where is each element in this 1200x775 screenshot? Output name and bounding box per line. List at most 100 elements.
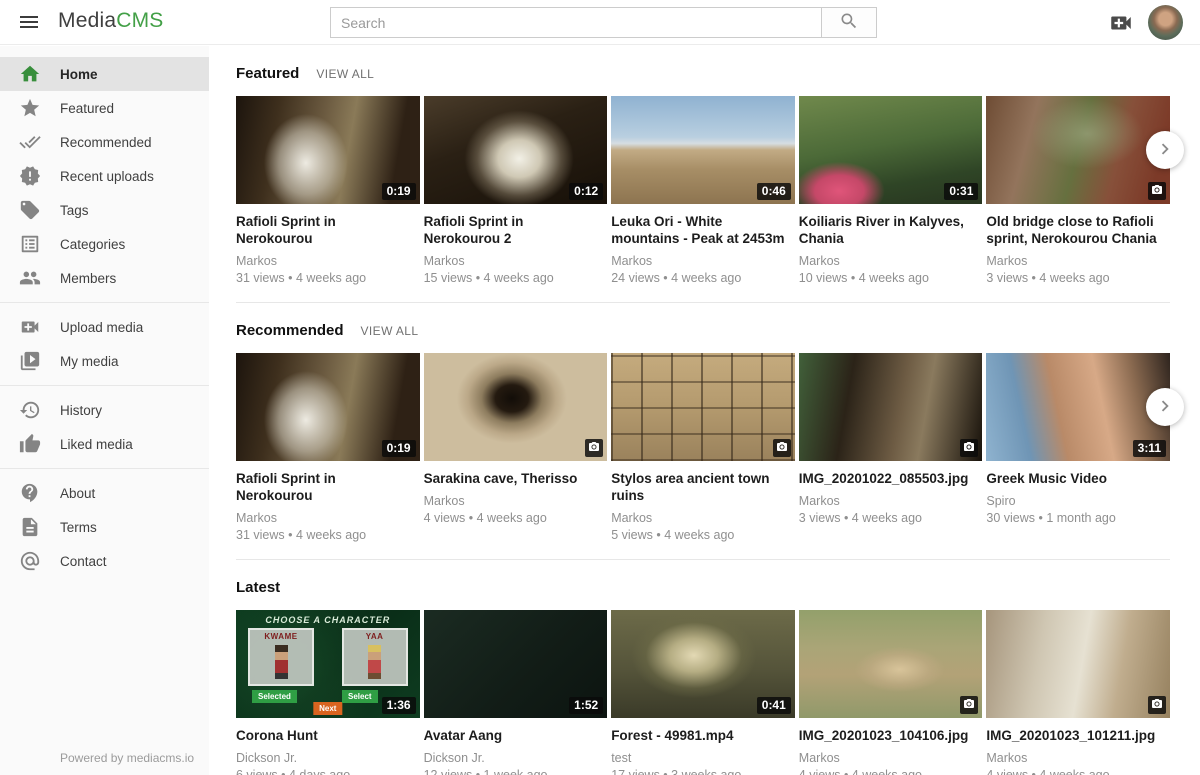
sidebar-item-home[interactable]: Home [0,57,209,91]
image-type-badge [1148,182,1166,200]
media-title[interactable]: Greek Music Video [986,470,1170,487]
done-all-icon [19,131,41,153]
media-card[interactable]: IMG_20201022_085503.jpg Markos 3 views •… [799,353,983,542]
next-arrow-button-featured[interactable] [1146,131,1184,169]
media-title[interactable]: Rafioli Sprint in Nerokourou 2 [424,213,608,247]
sidebar-item-categories[interactable]: Categories [0,227,209,261]
sidebar-item-members[interactable]: Members [0,261,209,295]
media-card[interactable]: 0:46 Leuka Ori - White mountains - Peak … [611,96,795,285]
media-thumbnail[interactable] [611,353,795,461]
media-card[interactable]: Old bridge close to Rafioli sprint, Nero… [986,96,1170,285]
sidebar-item-about[interactable]: About [0,476,209,510]
hamburger-menu-icon[interactable] [16,10,42,36]
media-author[interactable]: Markos [986,751,1170,765]
media-author[interactable]: Markos [799,494,983,508]
media-thumbnail[interactable]: 0:31 [799,96,983,204]
sidebar-item-liked-media[interactable]: Liked media [0,427,209,461]
user-avatar[interactable] [1148,5,1183,40]
media-card[interactable]: Stylos area ancient town ruins Markos 5 … [611,353,795,542]
media-card[interactable]: 0:12 Rafioli Sprint in Nerokourou 2 Mark… [424,96,608,285]
video-library-icon [19,350,41,372]
game-character-sprite [368,645,381,679]
media-card[interactable]: 1:52 Avatar Aang Dickson Jr. 12 views • … [424,610,608,775]
search-input[interactable] [330,7,822,38]
media-author[interactable]: Markos [236,254,420,268]
media-author[interactable]: Markos [799,751,983,765]
search-button[interactable] [821,7,877,38]
media-author[interactable]: Spiro [986,494,1170,508]
sidebar-group-media: Upload media My media [0,302,209,385]
sidebar-item-upload-media[interactable]: Upload media [0,310,209,344]
camera-icon [588,442,600,456]
view-all-link-recommended[interactable]: VIEW ALL [361,324,419,338]
media-author[interactable]: Markos [611,254,795,268]
media-author[interactable]: Dickson Jr. [236,751,420,765]
media-thumbnail[interactable]: 0:19 [236,353,420,461]
media-thumbnail[interactable]: 0:12 [424,96,608,204]
media-author[interactable]: Markos [424,254,608,268]
game-select-button: Select [342,690,378,703]
media-title[interactable]: Rafioli Sprint in Nerokourou [236,470,420,504]
game-next-button: Next [313,702,342,715]
media-card[interactable]: 0:19 Rafioli Sprint in Nerokourou Markos… [236,353,420,542]
media-card[interactable]: 0:31 Koiliaris River in Kalyves, Chania … [799,96,983,285]
sidebar-item-recommended[interactable]: Recommended [0,125,209,159]
media-title[interactable]: IMG_20201023_104106.jpg [799,727,983,744]
media-title[interactable]: IMG_20201022_085503.jpg [799,470,983,487]
mediacms-logo[interactable]: MediaCMS [58,9,163,33]
media-thumbnail[interactable] [799,353,983,461]
media-author[interactable]: Markos [611,511,795,525]
media-title[interactable]: Rafioli Sprint in Nerokourou [236,213,420,247]
duration-badge: 1:52 [569,697,603,714]
media-title[interactable]: Stylos area ancient town ruins [611,470,795,504]
sidebar-item-my-media[interactable]: My media [0,344,209,378]
media-author[interactable]: Markos [424,494,608,508]
media-meta: 3 views • 4 weeks ago [799,511,983,525]
media-title[interactable]: Old bridge close to Rafioli sprint, Nero… [986,213,1170,247]
media-card[interactable]: 0:19 Rafioli Sprint in Nerokourou Markos… [236,96,420,285]
media-title[interactable]: Koiliaris River in Kalyves, Chania [799,213,983,247]
media-thumbnail[interactable]: 3:11 [986,353,1170,461]
media-card[interactable]: 0:41 Forest - 49981.mp4 test 17 views • … [611,610,795,775]
game-character-name: YAA [366,632,384,641]
game-character-box: YAA [342,628,408,686]
sidebar-item-contact[interactable]: Contact [0,544,209,578]
media-meta: 10 views • 4 weeks ago [799,271,983,285]
media-author[interactable]: test [611,751,795,765]
media-author[interactable]: Markos [986,254,1170,268]
media-title[interactable]: Leuka Ori - White mountains - Peak at 24… [611,213,795,247]
media-thumbnail[interactable]: 0:41 [611,610,795,718]
next-arrow-button-recommended[interactable] [1146,388,1184,426]
media-author[interactable]: Dickson Jr. [424,751,608,765]
media-card[interactable]: IMG_20201023_104106.jpg Markos 4 views •… [799,610,983,775]
sidebar-item-recent-uploads[interactable]: Recent uploads [0,159,209,193]
media-card[interactable]: IMG_20201023_101211.jpg Markos 4 views •… [986,610,1170,775]
media-card[interactable]: 3:11 Greek Music Video Spiro 30 views • … [986,353,1170,542]
media-thumbnail[interactable] [424,353,608,461]
media-thumbnail[interactable] [986,610,1170,718]
media-thumbnail[interactable]: CHOOSE A CHARACTER KWAME YAA Selected Ne… [236,610,420,718]
media-thumbnail[interactable]: 0:46 [611,96,795,204]
media-title[interactable]: IMG_20201023_101211.jpg [986,727,1170,744]
media-title[interactable]: Forest - 49981.mp4 [611,727,795,744]
media-thumbnail[interactable]: 0:19 [236,96,420,204]
image-type-badge [1148,696,1166,714]
media-title[interactable]: Sarakina cave, Therisso [424,470,608,487]
media-title[interactable]: Corona Hunt [236,727,420,744]
media-card[interactable]: Sarakina cave, Therisso Markos 4 views •… [424,353,608,542]
image-type-badge [960,439,978,457]
media-thumbnail[interactable] [799,610,983,718]
media-card[interactable]: CHOOSE A CHARACTER KWAME YAA Selected Ne… [236,610,420,775]
powered-by-link[interactable]: Powered by mediacms.io [60,751,194,765]
upload-media-icon[interactable] [1108,10,1134,36]
media-thumbnail[interactable] [986,96,1170,204]
media-title[interactable]: Avatar Aang [424,727,608,744]
media-author[interactable]: Markos [799,254,983,268]
sidebar-item-terms[interactable]: Terms [0,510,209,544]
media-thumbnail[interactable]: 1:52 [424,610,608,718]
view-all-link-featured[interactable]: VIEW ALL [316,67,374,81]
sidebar-item-tags[interactable]: Tags [0,193,209,227]
media-author[interactable]: Markos [236,511,420,525]
sidebar-item-featured[interactable]: Featured [0,91,209,125]
sidebar-item-history[interactable]: History [0,393,209,427]
